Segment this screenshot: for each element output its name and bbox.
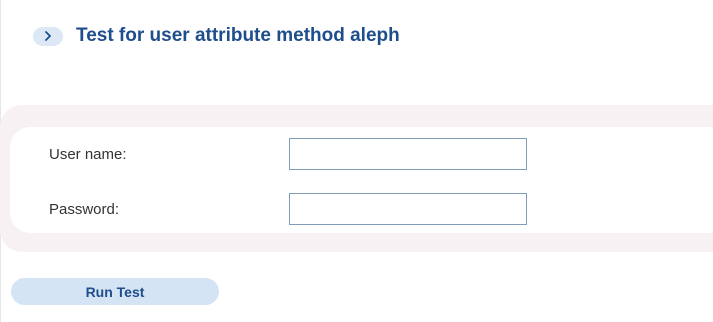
username-label: User name: (49, 146, 127, 163)
password-input[interactable] (289, 193, 527, 225)
run-test-button[interactable]: Run Test (11, 278, 219, 305)
page-header: Test for user attribute method aleph (33, 22, 400, 50)
password-label: Password: (49, 201, 120, 218)
chevron-right-icon (33, 26, 63, 46)
username-input[interactable] (289, 138, 527, 170)
page-title: Test for user attribute method aleph (76, 25, 400, 46)
